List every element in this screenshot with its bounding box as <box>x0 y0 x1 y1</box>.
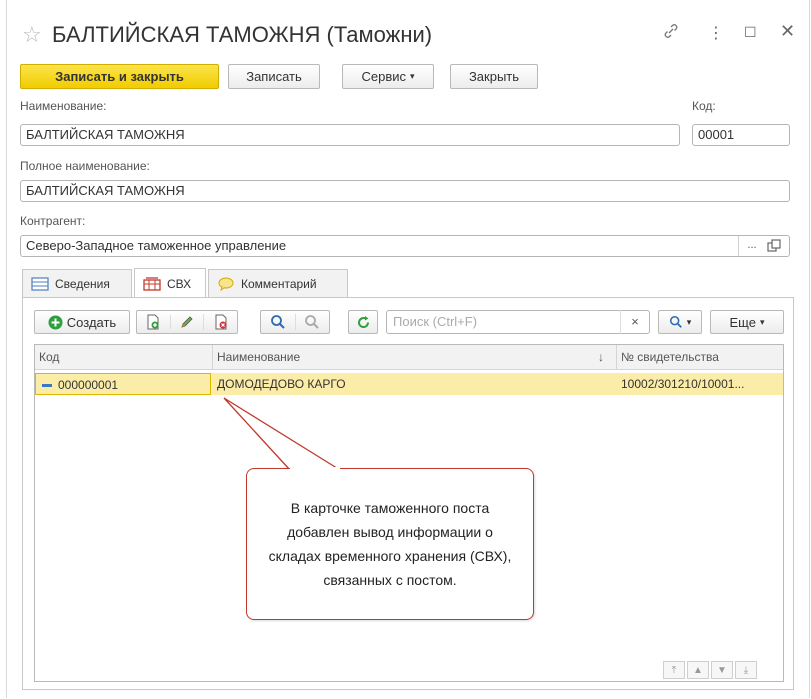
callout-seam <box>290 467 340 470</box>
callout-note: В карточке таможенного поста добавлен вы… <box>246 468 534 620</box>
callout-text: В карточке таможенного поста добавлен вы… <box>268 500 512 588</box>
